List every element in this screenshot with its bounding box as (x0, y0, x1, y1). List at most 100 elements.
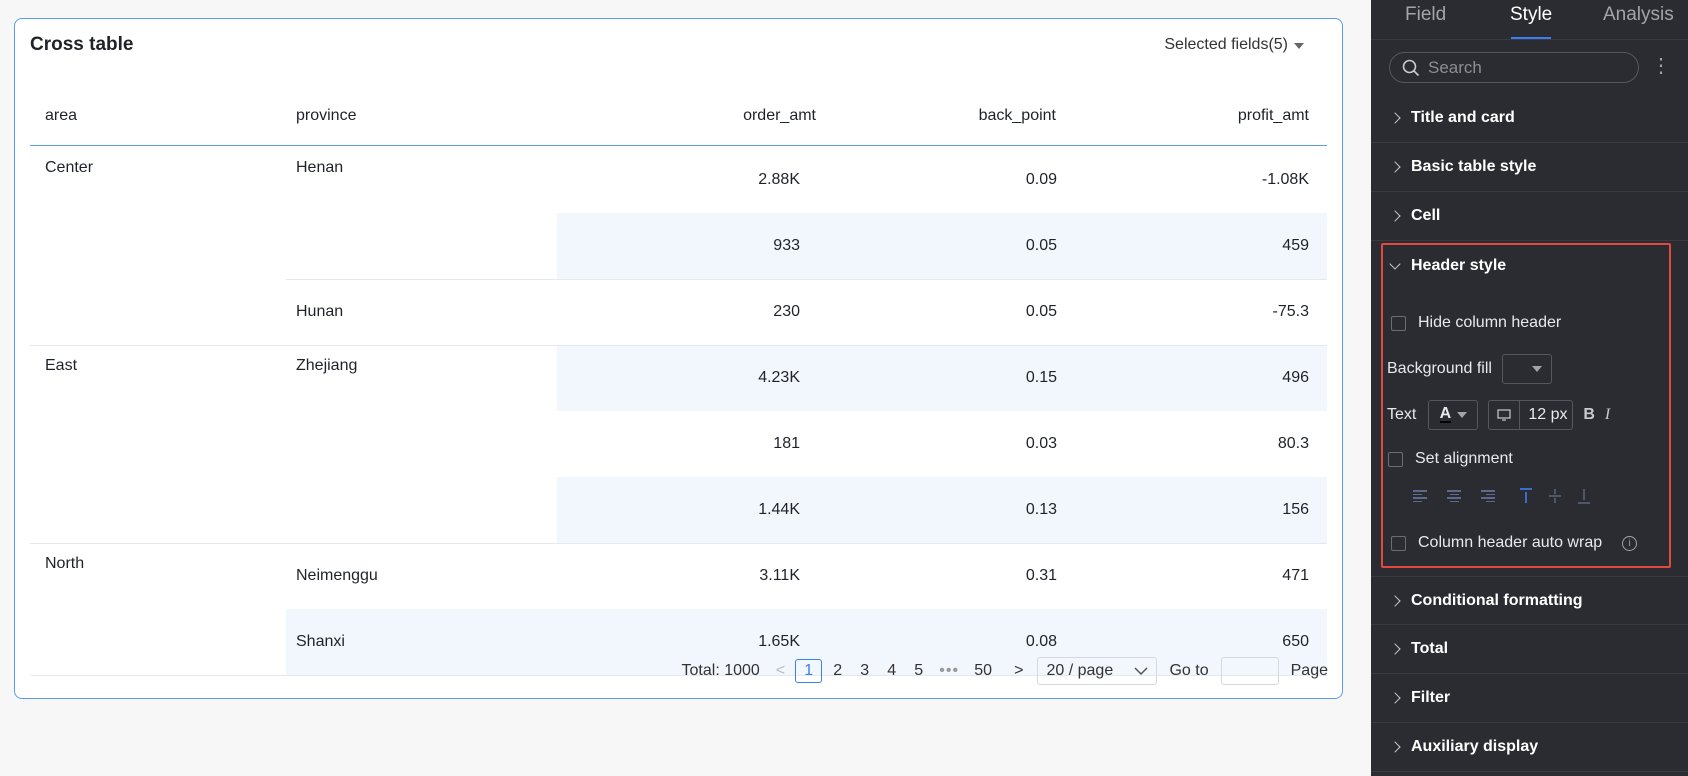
cell-profit-amt: 471 (1282, 567, 1309, 584)
section-title-and-card[interactable]: Title and card (1371, 94, 1688, 143)
background-fill-picker[interactable] (1501, 354, 1552, 384)
prev-page-icon[interactable]: < (776, 662, 785, 680)
chevron-right-icon (1389, 692, 1401, 704)
align-center-icon[interactable] (1447, 490, 1461, 502)
table-row: 230 0.05 -75.3 (286, 279, 1327, 345)
font-size-input[interactable]: 12 px (1488, 400, 1574, 430)
text-style-option: Text A 12 px B I (1387, 400, 1610, 430)
column-header-profit-amt[interactable]: profit_amt (1238, 107, 1309, 125)
pagination: Total: 1000 < 1 2 3 4 5 ••• 50 > 20 / pa… (682, 657, 1328, 685)
card-title: Cross table (30, 34, 134, 55)
selected-fields-label: Selected fields(5) (1164, 36, 1288, 53)
set-alignment-option[interactable]: Set alignment (1388, 450, 1513, 468)
goto-page-input[interactable] (1220, 657, 1279, 685)
chevron-right-icon (1389, 643, 1401, 655)
page-button-2[interactable]: 2 (824, 659, 851, 683)
section-auxiliary-display[interactable]: Auxiliary display (1371, 723, 1688, 772)
chevron-right-icon (1389, 112, 1401, 124)
cell-area: East (45, 357, 78, 374)
tab-field[interactable]: Field (1405, 4, 1446, 26)
page-button-last[interactable]: 50 (966, 659, 1000, 683)
cell-back-point: 0.05 (1025, 303, 1057, 320)
divider (1519, 401, 1521, 429)
cell-profit-amt: 459 (1282, 237, 1309, 254)
set-alignment-checkbox[interactable] (1388, 451, 1403, 467)
column-header-order-amt[interactable]: order_amt (743, 107, 816, 125)
cell-area: Center (45, 159, 94, 176)
column-header-province[interactable]: province (296, 107, 356, 125)
cell-back-point: 0.13 (1025, 501, 1057, 518)
next-page-icon[interactable]: > (1014, 662, 1023, 680)
align-bottom-icon[interactable] (1577, 488, 1591, 504)
cell-profit-amt: -1.08K (1261, 171, 1309, 188)
section-label: Header style (1411, 256, 1507, 274)
section-total[interactable]: Total (1371, 625, 1688, 674)
caret-down-icon (1294, 43, 1304, 49)
more-options-icon[interactable]: ⋮ (1651, 55, 1671, 77)
selected-fields-dropdown[interactable]: Selected fields(5) (1164, 36, 1304, 54)
hide-column-header-option[interactable]: Hide column header (1391, 314, 1561, 332)
page-button-3[interactable]: 3 (851, 659, 878, 683)
font-color-icon: A (1439, 405, 1452, 423)
column-header-back-point[interactable]: back_point (979, 107, 1056, 125)
section-label: Cell (1411, 207, 1441, 224)
align-left-icon[interactable] (1413, 490, 1427, 502)
cell-order-amt: 181 (773, 435, 800, 452)
panel-tabs: Field Style Analysis (1371, 0, 1688, 40)
column-header-area[interactable]: area (45, 107, 77, 125)
search-input[interactable] (1428, 57, 1618, 78)
cell-order-amt: 3.11K (759, 567, 800, 584)
auto-wrap-checkbox[interactable] (1391, 535, 1406, 551)
section-label: Basic table style (1411, 158, 1537, 175)
cell-order-amt: 933 (773, 237, 800, 254)
cell-order-amt: 1.44K (758, 501, 800, 518)
font-color-picker[interactable]: A (1428, 400, 1479, 430)
align-middle-icon[interactable] (1548, 488, 1562, 504)
table-row: 933 0.05 459 (557, 213, 1327, 279)
tab-analysis[interactable]: Analysis (1603, 4, 1674, 26)
cell-province: Henan (296, 159, 344, 176)
cell-back-point: 0.09 (1025, 171, 1057, 188)
chevron-right-icon (1389, 594, 1401, 607)
align-top-icon[interactable] (1519, 488, 1533, 504)
italic-button[interactable]: I (1605, 406, 1610, 424)
table-row: 3.11K 0.31 471 (286, 543, 1327, 609)
option-label: Background fill (1387, 360, 1492, 377)
section-label: Title and card (1411, 109, 1515, 126)
caret-down-icon (1531, 366, 1542, 372)
search-box (1389, 52, 1639, 83)
cell-province: Zhejiang (296, 357, 358, 374)
cell-profit-amt: 156 (1282, 501, 1309, 518)
hide-column-header-checkbox[interactable] (1391, 315, 1406, 331)
chevron-right-icon (1389, 161, 1401, 173)
bold-button[interactable]: B (1583, 406, 1595, 424)
page-button-4[interactable]: 4 (878, 659, 905, 683)
table-row: 4.23K 0.15 496 (557, 345, 1327, 411)
cell-back-point: 0.05 (1025, 237, 1057, 254)
cell-back-point: 0.31 (1025, 567, 1057, 584)
cell-order-amt: 2.88K (758, 171, 800, 188)
tab-style[interactable]: Style (1510, 4, 1552, 26)
option-label: Hide column header (1418, 314, 1562, 331)
section-basic-table-style[interactable]: Basic table style (1371, 143, 1688, 192)
cell-profit-amt: 80.3 (1277, 435, 1309, 452)
page-button-1[interactable]: 1 (795, 659, 823, 683)
page-size-select[interactable]: 20 / page (1037, 657, 1158, 685)
align-right-icon[interactable] (1481, 490, 1495, 502)
section-filter[interactable]: Filter (1371, 674, 1688, 723)
section-conditional-formatting[interactable]: Conditional formatting (1371, 576, 1688, 625)
cell-area: North (45, 555, 85, 572)
option-label: Column header auto wrap (1418, 534, 1603, 551)
section-cell[interactable]: Cell (1371, 192, 1688, 241)
background-fill-option: Background fill (1387, 354, 1552, 384)
chevron-down-icon (1389, 257, 1401, 270)
info-icon[interactable]: i (1622, 535, 1638, 551)
page-button-5[interactable]: 5 (905, 659, 932, 683)
cell-order-amt: 230 (773, 303, 800, 320)
pagination-total: Total: 1000 (681, 662, 760, 679)
cell-province: Shanxi (296, 633, 345, 650)
cell-back-point: 0.15 (1025, 369, 1057, 386)
page-ellipsis[interactable]: ••• (932, 659, 966, 683)
auto-wrap-option[interactable]: Column header auto wrap i (1391, 534, 1638, 552)
section-header-style[interactable]: Header style (1371, 241, 1688, 290)
